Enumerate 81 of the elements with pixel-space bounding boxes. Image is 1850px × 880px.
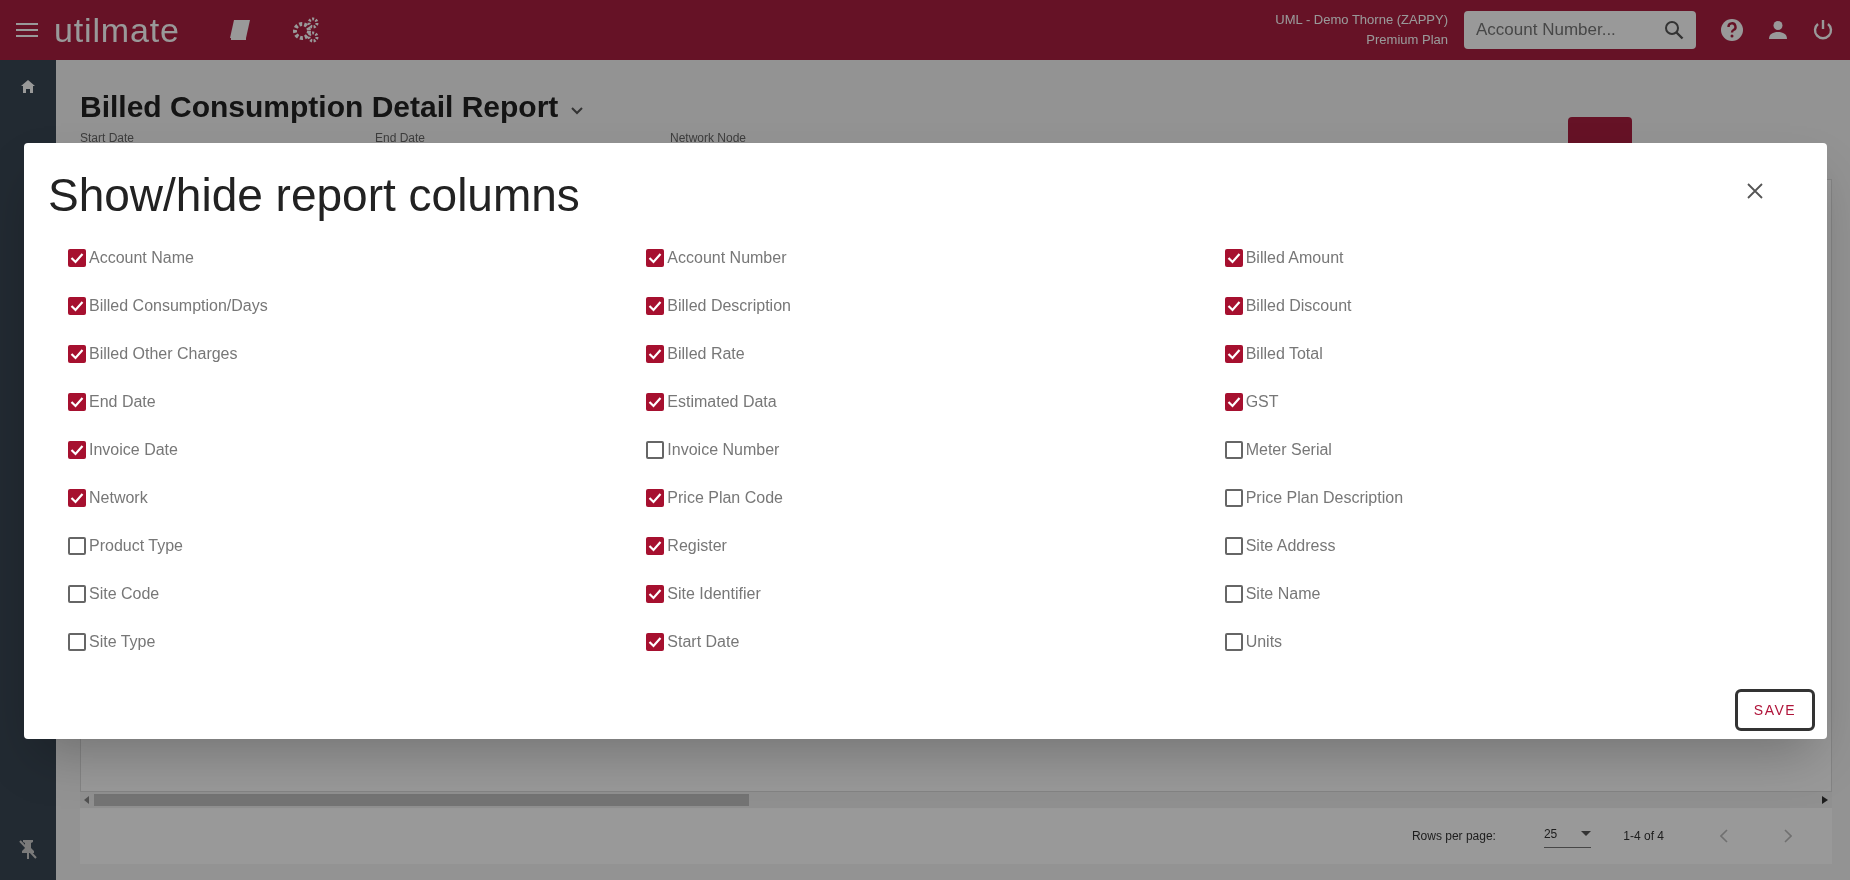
column-label: Site Code (89, 583, 160, 604)
home-icon[interactable] (21, 80, 35, 93)
checkbox[interactable] (646, 584, 665, 603)
checkbox[interactable] (68, 632, 86, 651)
rows-per-page-label: Rows per page: (1411, 828, 1496, 845)
column-label: Billed Rate (667, 343, 745, 364)
checkbox[interactable] (1224, 392, 1243, 411)
user-icon[interactable] (1768, 20, 1788, 40)
checkbox[interactable] (646, 536, 665, 555)
column-label: Billed Consumption/Days (89, 295, 268, 316)
column-label: Price Plan Description (1245, 487, 1404, 508)
help-icon[interactable] (1720, 18, 1744, 42)
checkbox[interactable] (1224, 248, 1243, 267)
column-label: Estimated Data (667, 391, 777, 412)
column-label: Site Name (1245, 583, 1321, 604)
checkbox[interactable] (1224, 488, 1243, 507)
dropdown-caret-icon[interactable] (1581, 831, 1592, 836)
column-label: Site Type (89, 631, 156, 652)
menu-icon[interactable] (16, 22, 38, 38)
checkbox[interactable] (68, 536, 86, 555)
column-label: Start Date (667, 631, 740, 652)
checkbox[interactable] (1224, 344, 1243, 363)
checkbox[interactable] (1224, 440, 1243, 459)
checkbox[interactable] (68, 248, 86, 267)
scrollbar-thumb[interactable] (94, 794, 749, 806)
power-icon[interactable] (1812, 19, 1834, 41)
rows-per-page-select[interactable]: 25 (1543, 824, 1592, 848)
column-label: Invoice Date (89, 439, 178, 460)
checkbox[interactable] (646, 632, 665, 651)
column-label: Billed Other Charges (89, 343, 238, 364)
column-label: Account Name (89, 247, 194, 268)
checkbox[interactable] (68, 488, 86, 507)
checkbox[interactable] (68, 344, 86, 363)
page-range: 1-4 of 4 (1623, 828, 1664, 845)
column-label: Network (89, 487, 148, 508)
column-label: Billed Description (667, 295, 791, 316)
column-label: Billed Total (1245, 343, 1323, 364)
column-label: Invoice Number (667, 439, 780, 460)
checkbox[interactable] (646, 488, 665, 507)
close-icon[interactable] (1747, 183, 1763, 199)
column-label: End Date (89, 391, 156, 412)
plan-name: Premium Plan (1366, 31, 1448, 49)
logo: utilmate (54, 9, 180, 51)
unpin-icon[interactable] (18, 838, 38, 860)
column-label: Register (667, 535, 727, 556)
column-label: Site Identifier (667, 583, 761, 604)
account-name: UML - Demo Thorne (ZAPPY) (1275, 11, 1448, 29)
filter-label: Start Date (80, 131, 135, 145)
column-label: Units (1245, 631, 1283, 652)
checkbox[interactable] (1224, 632, 1243, 651)
column-label: Account Number (667, 247, 787, 268)
column-label: Site Address (1245, 535, 1336, 556)
checkbox[interactable] (646, 344, 665, 363)
checkbox[interactable] (646, 296, 665, 315)
checkbox[interactable] (68, 296, 86, 315)
checkbox[interactable] (1224, 584, 1243, 603)
checkbox[interactable] (68, 440, 86, 459)
scroll-left-icon[interactable] (84, 796, 90, 804)
scroll-right-icon[interactable] (1822, 796, 1828, 804)
column-label: GST (1245, 391, 1279, 412)
column-label: Billed Amount (1245, 247, 1344, 268)
checkbox[interactable] (646, 248, 665, 267)
caret-icon[interactable] (570, 106, 585, 115)
search-icon[interactable] (1664, 20, 1684, 40)
checkbox[interactable] (1224, 536, 1243, 555)
search-field[interactable]: Account Number... (1464, 11, 1696, 49)
dialog-title: Show/hide report columns (48, 168, 580, 223)
filter-label: End Date (375, 131, 426, 145)
column-label: Product Type (89, 535, 183, 556)
column-label: Price Plan Code (667, 487, 783, 508)
save-button[interactable]: SAVE (1735, 689, 1815, 731)
column-label: Meter Serial (1245, 439, 1332, 460)
checkbox[interactable] (646, 440, 665, 459)
checkbox[interactable] (1224, 296, 1243, 315)
checkbox[interactable] (68, 392, 86, 411)
filter-label: Network Node (670, 131, 747, 145)
page-title: Billed Consumption Detail Report (80, 89, 559, 125)
gears-icon[interactable] (291, 17, 320, 43)
column-label: Billed Discount (1245, 295, 1352, 316)
checkbox[interactable] (68, 584, 86, 603)
checkbox[interactable] (646, 392, 665, 411)
